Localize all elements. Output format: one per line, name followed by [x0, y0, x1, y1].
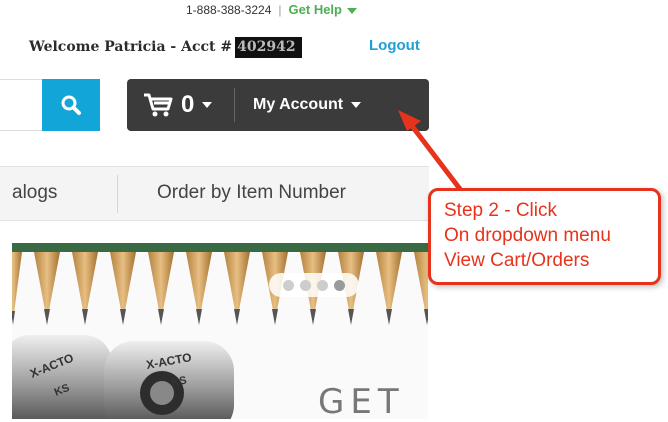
annotation-line-3: View Cart/Orders — [444, 250, 590, 271]
phone-number: 1-888-388-3224 — [186, 3, 272, 17]
carousel-dot[interactable] — [300, 279, 311, 291]
account-toolbar: 0 My Account — [127, 79, 429, 131]
nav-item-order-by-item-number[interactable]: Order by Item Number — [157, 182, 346, 204]
search-button[interactable] — [42, 79, 100, 131]
annotation-callout: Step 2 - Click On dropdown menu View Car… — [428, 188, 661, 285]
account-number: 402942 — [235, 37, 302, 58]
contact-bar: 1-888-388-3224 | Get Help — [186, 2, 357, 20]
welcome-message: Welcome Patricia - Acct #402942 — [29, 37, 302, 58]
carousel-indicators — [269, 273, 359, 297]
nav-divider — [117, 175, 118, 213]
chevron-down-icon — [202, 102, 213, 108]
cart-count: 0 — [181, 91, 195, 118]
search-icon — [61, 95, 81, 115]
cart-icon — [144, 93, 173, 117]
logout-link[interactable]: Logout — [369, 37, 420, 54]
welcome-text: Welcome Patricia - Acct # — [29, 39, 233, 55]
carousel-dot[interactable] — [317, 279, 328, 291]
separator: | — [278, 3, 282, 17]
carousel-dot-active[interactable] — [334, 279, 345, 291]
cart-button[interactable]: 0 — [127, 79, 234, 131]
my-account-dropdown[interactable]: My Account — [235, 96, 362, 114]
my-account-label: My Account — [253, 96, 344, 113]
main-nav: alogs Order by Item Number — [0, 166, 429, 221]
carousel-dot[interactable] — [283, 279, 294, 291]
get-help-link[interactable]: Get Help — [289, 2, 342, 17]
annotation-line-1: Step 2 - Click — [444, 200, 557, 221]
chevron-down-icon[interactable] — [347, 7, 357, 14]
chevron-down-icon — [351, 102, 362, 108]
banner-headline: GET — [318, 382, 405, 422]
search-input[interactable] — [0, 79, 42, 131]
annotation-line-2: On dropdown menu — [444, 225, 611, 246]
nav-item-catalogs[interactable]: alogs — [12, 182, 57, 204]
